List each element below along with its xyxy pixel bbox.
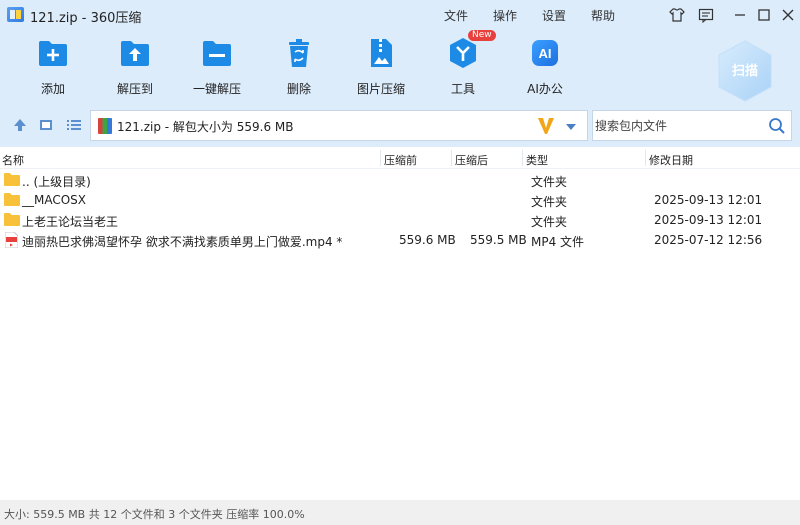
status-bar: 大小: 559.5 MB 共 12 个文件和 3 个文件夹 压缩率 100.0% — [0, 500, 800, 525]
extract-to-button[interactable]: 解压到 — [100, 36, 170, 97]
column-compressed-after[interactable]: 压缩后 — [455, 152, 488, 168]
maximize-icon[interactable] — [755, 6, 773, 24]
search-icon[interactable] — [768, 117, 786, 135]
zip-archive-icon — [98, 118, 112, 134]
skin-shirt-icon[interactable] — [668, 6, 686, 24]
column-divider[interactable] — [451, 150, 452, 166]
status-text: 大小: 559.5 MB 共 12 个文件和 3 个文件夹 压缩率 100.0% — [4, 508, 305, 521]
tools-icon: New — [446, 30, 496, 70]
list-item[interactable]: .. (上级目录) 文件夹 — [0, 170, 800, 190]
file-type: 文件夹 — [531, 215, 568, 229]
folder-icon — [4, 173, 20, 186]
list-item[interactable]: __MACOSX 文件夹 2025-09-13 12:01 — [0, 190, 800, 210]
image-compress-button[interactable]: 图片压缩 — [346, 36, 416, 97]
file-modified: 2025-09-13 12:01 — [654, 213, 763, 227]
file-list: .. (上级目录) 文件夹 __MACOSX 文件夹 2025-09-13 12… — [0, 170, 800, 500]
menu-operate[interactable]: 操作 — [493, 7, 517, 24]
extract-to-icon — [118, 36, 152, 70]
address-bar: 121.zip - 解包大小为 559.6 MB — [0, 104, 800, 147]
file-name: __MACOSX — [22, 193, 87, 207]
path-field[interactable]: 121.zip - 解包大小为 559.6 MB — [90, 110, 588, 141]
extract-to-label: 解压到 — [116, 82, 153, 96]
window-title: 121.zip - 360压缩 — [30, 11, 142, 26]
app-logo-icon — [7, 7, 24, 22]
menu-help[interactable]: 帮助 — [591, 7, 615, 24]
close-icon[interactable] — [779, 6, 797, 24]
file-name: .. (上级目录) — [22, 175, 91, 189]
file-name: 迪丽热巴求佛渴望怀孕 欲求不满找素质单男上门做爱.mp4 * — [22, 235, 343, 249]
svg-text:扫描: 扫描 — [732, 63, 758, 79]
title-bar: 121.zip - 360压缩 文件 操作 设置 帮助 — [0, 0, 800, 30]
column-type[interactable]: 类型 — [526, 152, 548, 168]
list-item[interactable]: 迪丽热巴求佛渴望怀孕 欲求不满找素质单男上门做爱.mp4 * 559.6 MB … — [0, 230, 800, 250]
file-modified: 2025-07-12 12:56 — [654, 233, 763, 247]
chevron-down-icon[interactable] — [565, 121, 577, 131]
column-divider[interactable] — [645, 150, 646, 166]
file-modified: 2025-09-13 12:01 — [654, 193, 763, 207]
one-click-extract-button[interactable]: 一键解压 — [182, 36, 252, 97]
column-divider[interactable] — [522, 150, 523, 166]
add-archive-icon — [36, 36, 70, 70]
file-type: 文件夹 — [531, 195, 568, 209]
ai-office-icon: AI — [528, 36, 562, 70]
one-click-extract-icon — [200, 36, 234, 70]
one-click-extract-label: 一键解压 — [192, 82, 241, 96]
search-box — [592, 110, 792, 141]
column-divider[interactable] — [380, 150, 381, 166]
svg-text:AI: AI — [539, 46, 552, 61]
image-compress-icon — [364, 36, 398, 70]
scan-logo[interactable]: 扫描 — [712, 38, 778, 104]
tools-label: 工具 — [450, 82, 475, 96]
image-compress-label: 图片压缩 — [356, 82, 405, 96]
menu-settings[interactable]: 设置 — [542, 7, 566, 24]
file-name: 上老王论坛当老王 — [22, 215, 119, 229]
trash-icon — [282, 36, 316, 70]
column-compressed-before[interactable]: 压缩前 — [384, 152, 417, 168]
v-check-icon[interactable] — [537, 116, 555, 136]
list-view-icon[interactable] — [66, 117, 82, 133]
minimize-icon[interactable] — [731, 6, 749, 24]
delete-button[interactable]: 删除 — [264, 36, 334, 97]
add-label: 添加 — [40, 82, 65, 96]
list-item[interactable]: 上老王论坛当老王 文件夹 2025-09-13 12:01 — [0, 210, 800, 230]
column-name[interactable]: 名称 — [2, 152, 24, 168]
new-badge: New — [468, 30, 496, 41]
file-size-after: 559.5 MB — [470, 233, 527, 247]
file-size-before: 559.6 MB — [399, 233, 456, 247]
video-file-icon — [4, 231, 19, 249]
file-type: MP4 文件 — [531, 235, 585, 249]
delete-label: 删除 — [286, 82, 311, 96]
column-modified[interactable]: 修改日期 — [649, 152, 693, 168]
ai-office-label: AI办公 — [527, 82, 563, 96]
feedback-icon[interactable] — [697, 6, 715, 24]
ai-office-button[interactable]: AI AI办公 — [510, 36, 580, 97]
path-text: 121.zip - 解包大小为 559.6 MB — [117, 120, 294, 134]
toolbar: 添加 解压到 一键解压 删除 图片压缩 New 工具 AI AI办公 扫描 — [0, 30, 800, 104]
file-type: 文件夹 — [531, 175, 568, 189]
tools-button[interactable]: New 工具 — [428, 30, 498, 97]
menu-file[interactable]: 文件 — [444, 7, 468, 24]
list-header: 名称 压缩前 压缩后 类型 修改日期 — [0, 147, 800, 169]
folder-icon — [4, 193, 20, 206]
search-input[interactable] — [595, 117, 760, 135]
up-arrow-icon[interactable] — [12, 117, 28, 133]
add-button[interactable]: 添加 — [18, 36, 88, 97]
detail-view-icon[interactable] — [38, 117, 54, 133]
folder-icon — [4, 213, 20, 226]
